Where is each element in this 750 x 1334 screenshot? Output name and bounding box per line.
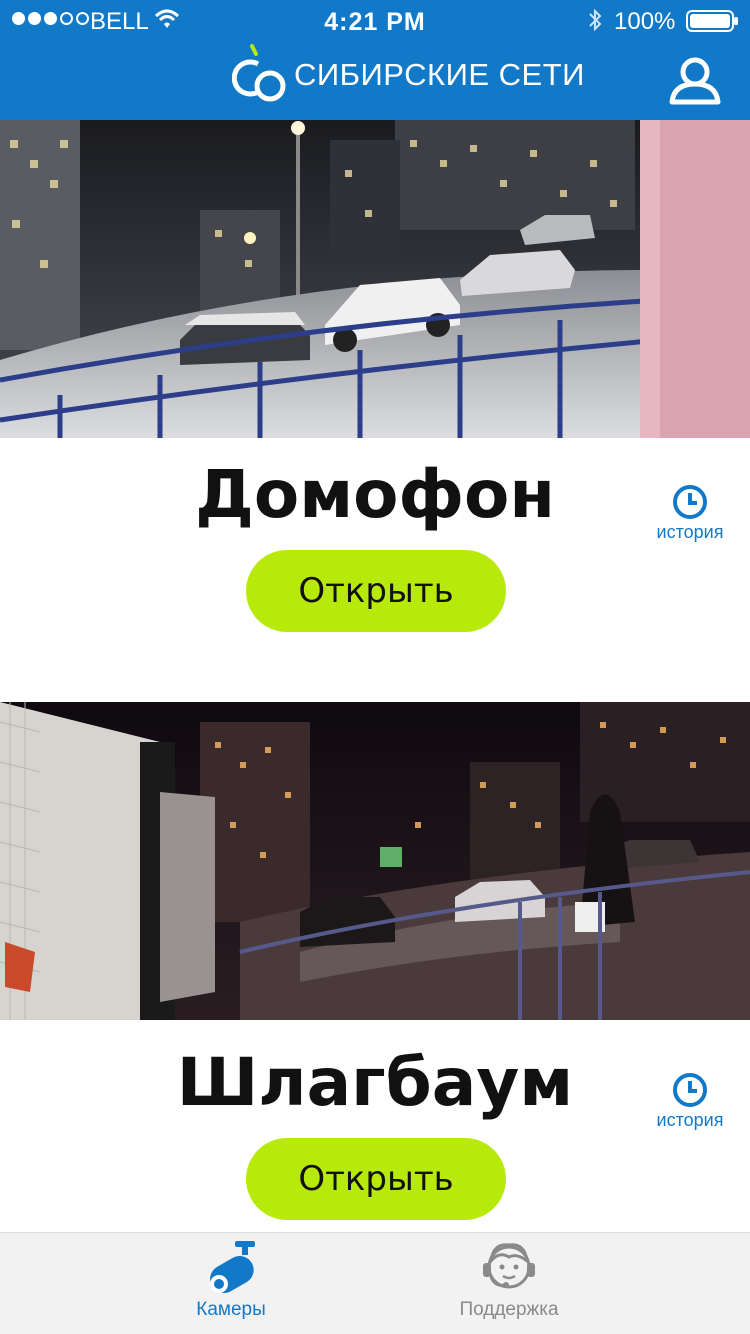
user-icon[interactable] [668,56,722,106]
bluetooth-icon [589,8,602,32]
camera-icon [210,1241,255,1293]
card-title-barrier: Шлагбаум [176,1044,574,1121]
clock-icon [673,1073,707,1107]
card-divider [0,660,750,702]
app-header: BELL 4:21 PM 100% СИБИРСКИЕ СЕТИ [0,0,750,120]
open-intercom-button[interactable]: Открыть [246,550,506,632]
tab-support[interactable]: Поддержка [409,1233,609,1334]
brand-name: СИБИРСКИЕ СЕТИ [294,57,585,92]
history-label: история [656,522,724,542]
clock-icon [673,485,707,519]
open-barrier-button[interactable]: Открыть [246,1138,506,1220]
history-button-barrier[interactable]: история [648,1072,732,1131]
history-label: история [656,1110,724,1130]
tab-bar: Камеры Поддержка [0,1232,750,1334]
camera-feed-intercom[interactable] [0,120,750,438]
brand-logo-area: СИБИРСКИЕ СЕТИ [232,40,585,110]
tab-cameras-label: Камеры [196,1299,266,1320]
tab-cameras[interactable]: Камеры [131,1233,331,1334]
status-bar: BELL 4:21 PM 100% [0,0,750,40]
camera-feed-barrier[interactable] [0,702,750,1020]
history-button-intercom[interactable]: история [648,484,732,543]
support-agent-icon [483,1243,535,1289]
tab-support-label: Поддержка [459,1299,559,1320]
card-title-intercom: Домофон [195,456,555,533]
brand-logo-icon [232,44,286,102]
battery-icon [686,10,738,32]
battery-percent: 100% [614,8,676,35]
